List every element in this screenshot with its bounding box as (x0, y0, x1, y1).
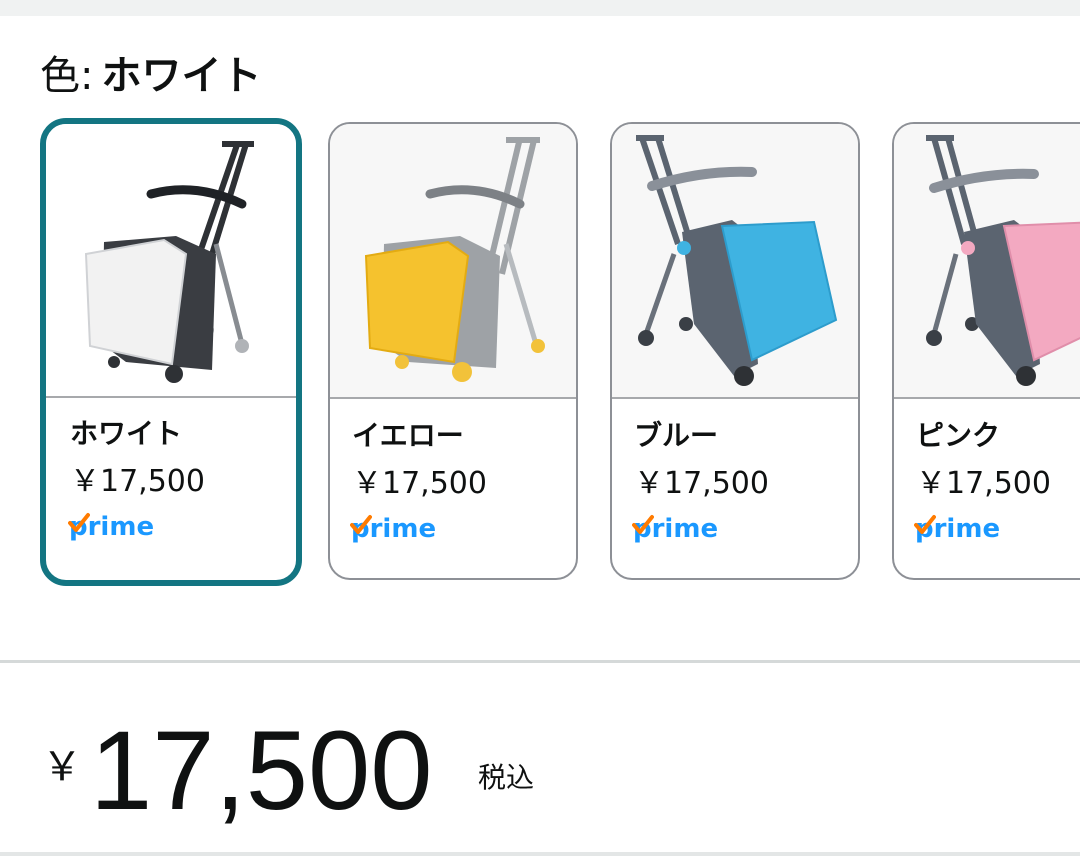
luggage-image-blue (636, 135, 838, 386)
swatch-name: ピンク (916, 419, 1001, 452)
swatch-price: ￥17,500 (352, 466, 487, 501)
prime-check-icon (68, 513, 90, 532)
swatch-price: ￥17,500 (634, 466, 769, 501)
section-divider (0, 660, 1080, 663)
prime-badge: prime (632, 514, 718, 548)
color-swatch-row: ホワイト ￥17,500 prime イエロー ￥17,500 prime ブル… (0, 0, 1080, 640)
swatch-name: ブルー (634, 419, 719, 452)
color-swatch-yellow[interactable]: イエロー ￥17,500 prime (328, 122, 578, 580)
prime-check-icon (632, 515, 654, 534)
price-currency-symbol: ￥ (42, 744, 82, 790)
swatch-price: ￥17,500 (70, 464, 205, 499)
prime-badge: prime (350, 514, 436, 548)
color-swatch-white[interactable]: ホワイト ￥17,500 prime (40, 118, 302, 586)
swatch-name: イエロー (352, 419, 464, 452)
prime-check-icon (914, 515, 936, 534)
luggage-image-yellow (364, 137, 545, 382)
color-swatch-pink[interactable]: ピンク ￥17,500 prime (892, 122, 1080, 580)
tax-included-label: 税込 (478, 761, 535, 794)
bottom-strip (0, 852, 1080, 856)
prime-badge: prime (914, 514, 1000, 548)
price-amount: 17,500 (90, 708, 433, 833)
prime-badge: prime (68, 512, 154, 546)
swatch-name: ホワイト (70, 417, 183, 450)
swatch-price: ￥17,500 (916, 466, 1051, 501)
color-swatch-blue[interactable]: ブルー ￥17,500 prime (610, 122, 860, 580)
luggage-image-white (84, 141, 254, 383)
luggage-image-pink (926, 135, 1080, 386)
prime-check-icon (350, 515, 372, 534)
